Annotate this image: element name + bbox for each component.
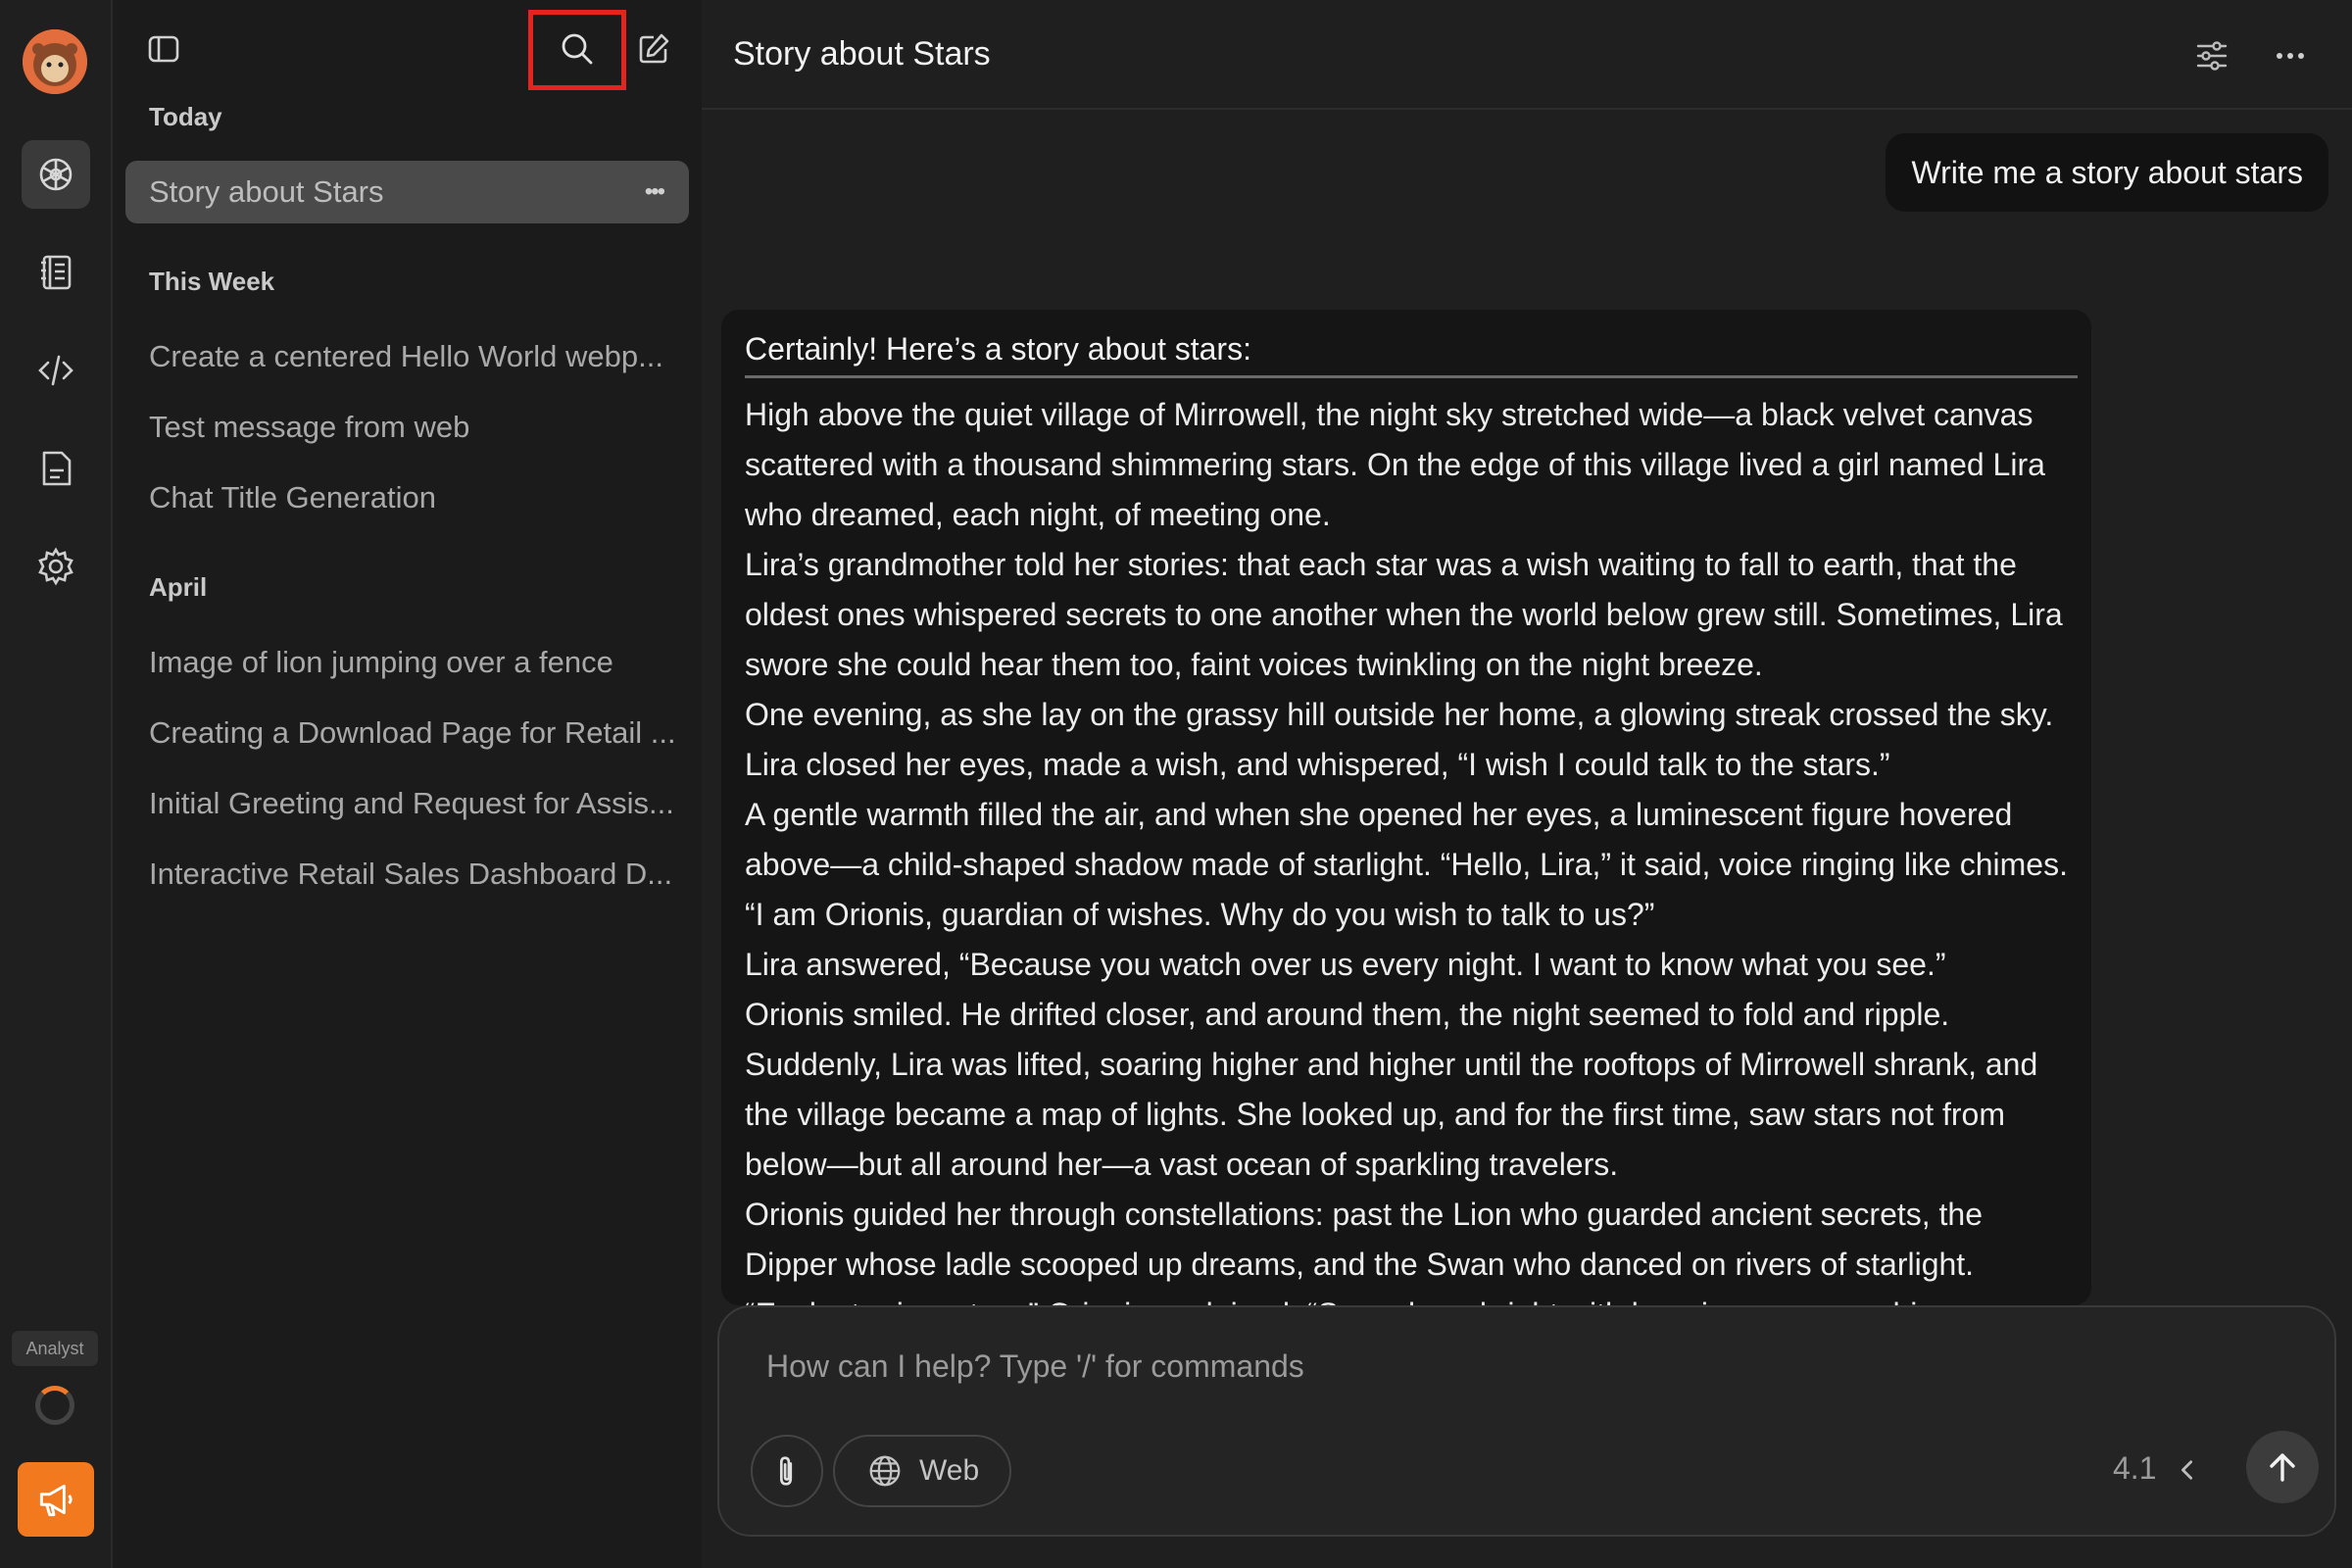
story-paragraph: A gentle warmth filled the air, and when… — [745, 797, 2068, 932]
section-title-april: April — [149, 572, 208, 602]
section-title-this-week: This Week — [149, 267, 275, 296]
story-paragraph: High above the quiet village of Mirrowel… — [745, 397, 2045, 532]
chevron-left-icon[interactable] — [2170, 1445, 2205, 1495]
message-composer: Web 4.1 — [717, 1305, 2336, 1537]
icon-rail: Analyst — [0, 0, 113, 1568]
toggle-sidebar-icon[interactable] — [136, 22, 191, 76]
story-paragraph: Lira’s grandmother told her stories: tha… — [745, 547, 2063, 682]
message-input[interactable] — [766, 1348, 1942, 1385]
code-icon[interactable] — [22, 336, 90, 405]
web-label: Web — [919, 1454, 980, 1487]
sidebar-chat-item[interactable]: Create a centered Hello World webp... — [125, 325, 689, 388]
notebook-icon[interactable] — [22, 238, 90, 307]
sidebar-chat-item[interactable]: Chat Title Generation — [125, 466, 689, 529]
chat-main: Story about Stars Write me a story about… — [702, 0, 2352, 1568]
document-icon[interactable] — [22, 434, 90, 503]
section-title-today: Today — [149, 102, 222, 131]
more-menu-icon[interactable] — [2264, 29, 2317, 82]
story-paragraph: One evening, as she lay on the grassy hi… — [745, 697, 2054, 782]
sidebar-chat-item[interactable]: Initial Greeting and Request for Assis..… — [125, 772, 689, 835]
attach-icon[interactable] — [751, 1435, 823, 1507]
story-paragraph: Orionis smiled. He drifted closer, and a… — [745, 997, 2038, 1182]
story-paragraph: Lira answered, “Because you watch over u… — [745, 947, 1946, 982]
globe-icon — [869, 1455, 901, 1487]
avatar-icon[interactable] — [23, 29, 87, 94]
sidebar-chat-item[interactable]: Test message from web — [125, 396, 689, 459]
announce-icon[interactable] — [18, 1462, 94, 1537]
story-body: High above the quiet village of Mirrowel… — [745, 390, 2078, 1305]
chat-header: Story about Stars — [702, 0, 2352, 110]
sidebar-chat-item[interactable]: Story about Stars ••• — [125, 161, 689, 223]
loading-spinner-icon — [35, 1386, 74, 1425]
web-search-toggle[interactable]: Web — [833, 1435, 1011, 1507]
model-version[interactable]: 4.1 — [2113, 1450, 2156, 1487]
chat-title: Story about Stars — [733, 35, 991, 73]
story-paragraph: Orionis guided her through constellation… — [745, 1197, 1984, 1282]
assistant-intro: Certainly! Here’s a story about stars: — [745, 331, 2078, 378]
search-icon[interactable] — [550, 22, 605, 76]
arrow-up-icon — [2270, 1453, 2295, 1482]
settings-icon[interactable] — [22, 532, 90, 601]
app-window: Analyst Today Story about Stars ••• This… — [0, 0, 2352, 1568]
send-button[interactable] — [2246, 1431, 2319, 1503]
assistant-message: Certainly! Here’s a story about stars: H… — [721, 310, 2091, 1305]
new-chat-icon[interactable] — [626, 22, 681, 76]
assistant-icon[interactable] — [22, 140, 90, 209]
chat-history-sidebar: Today Story about Stars ••• This Week Cr… — [113, 0, 702, 1568]
story-paragraph: “Each star is a story,” Orionis explaine… — [745, 1290, 2078, 1305]
sidebar-chat-item[interactable]: Creating a Download Page for Retail ... — [125, 702, 689, 764]
chat-item-label: Story about Stars — [149, 174, 384, 209]
sidebar-chat-item[interactable]: Image of lion jumping over a fence — [125, 631, 689, 694]
settings-sliders-icon[interactable] — [2185, 29, 2238, 82]
user-message: Write me a story about stars — [1886, 133, 2328, 212]
more-options-icon[interactable]: ••• — [645, 178, 665, 206]
sidebar-chat-item[interactable]: Interactive Retail Sales Dashboard D... — [125, 843, 689, 906]
analyst-badge[interactable]: Analyst — [12, 1331, 98, 1366]
